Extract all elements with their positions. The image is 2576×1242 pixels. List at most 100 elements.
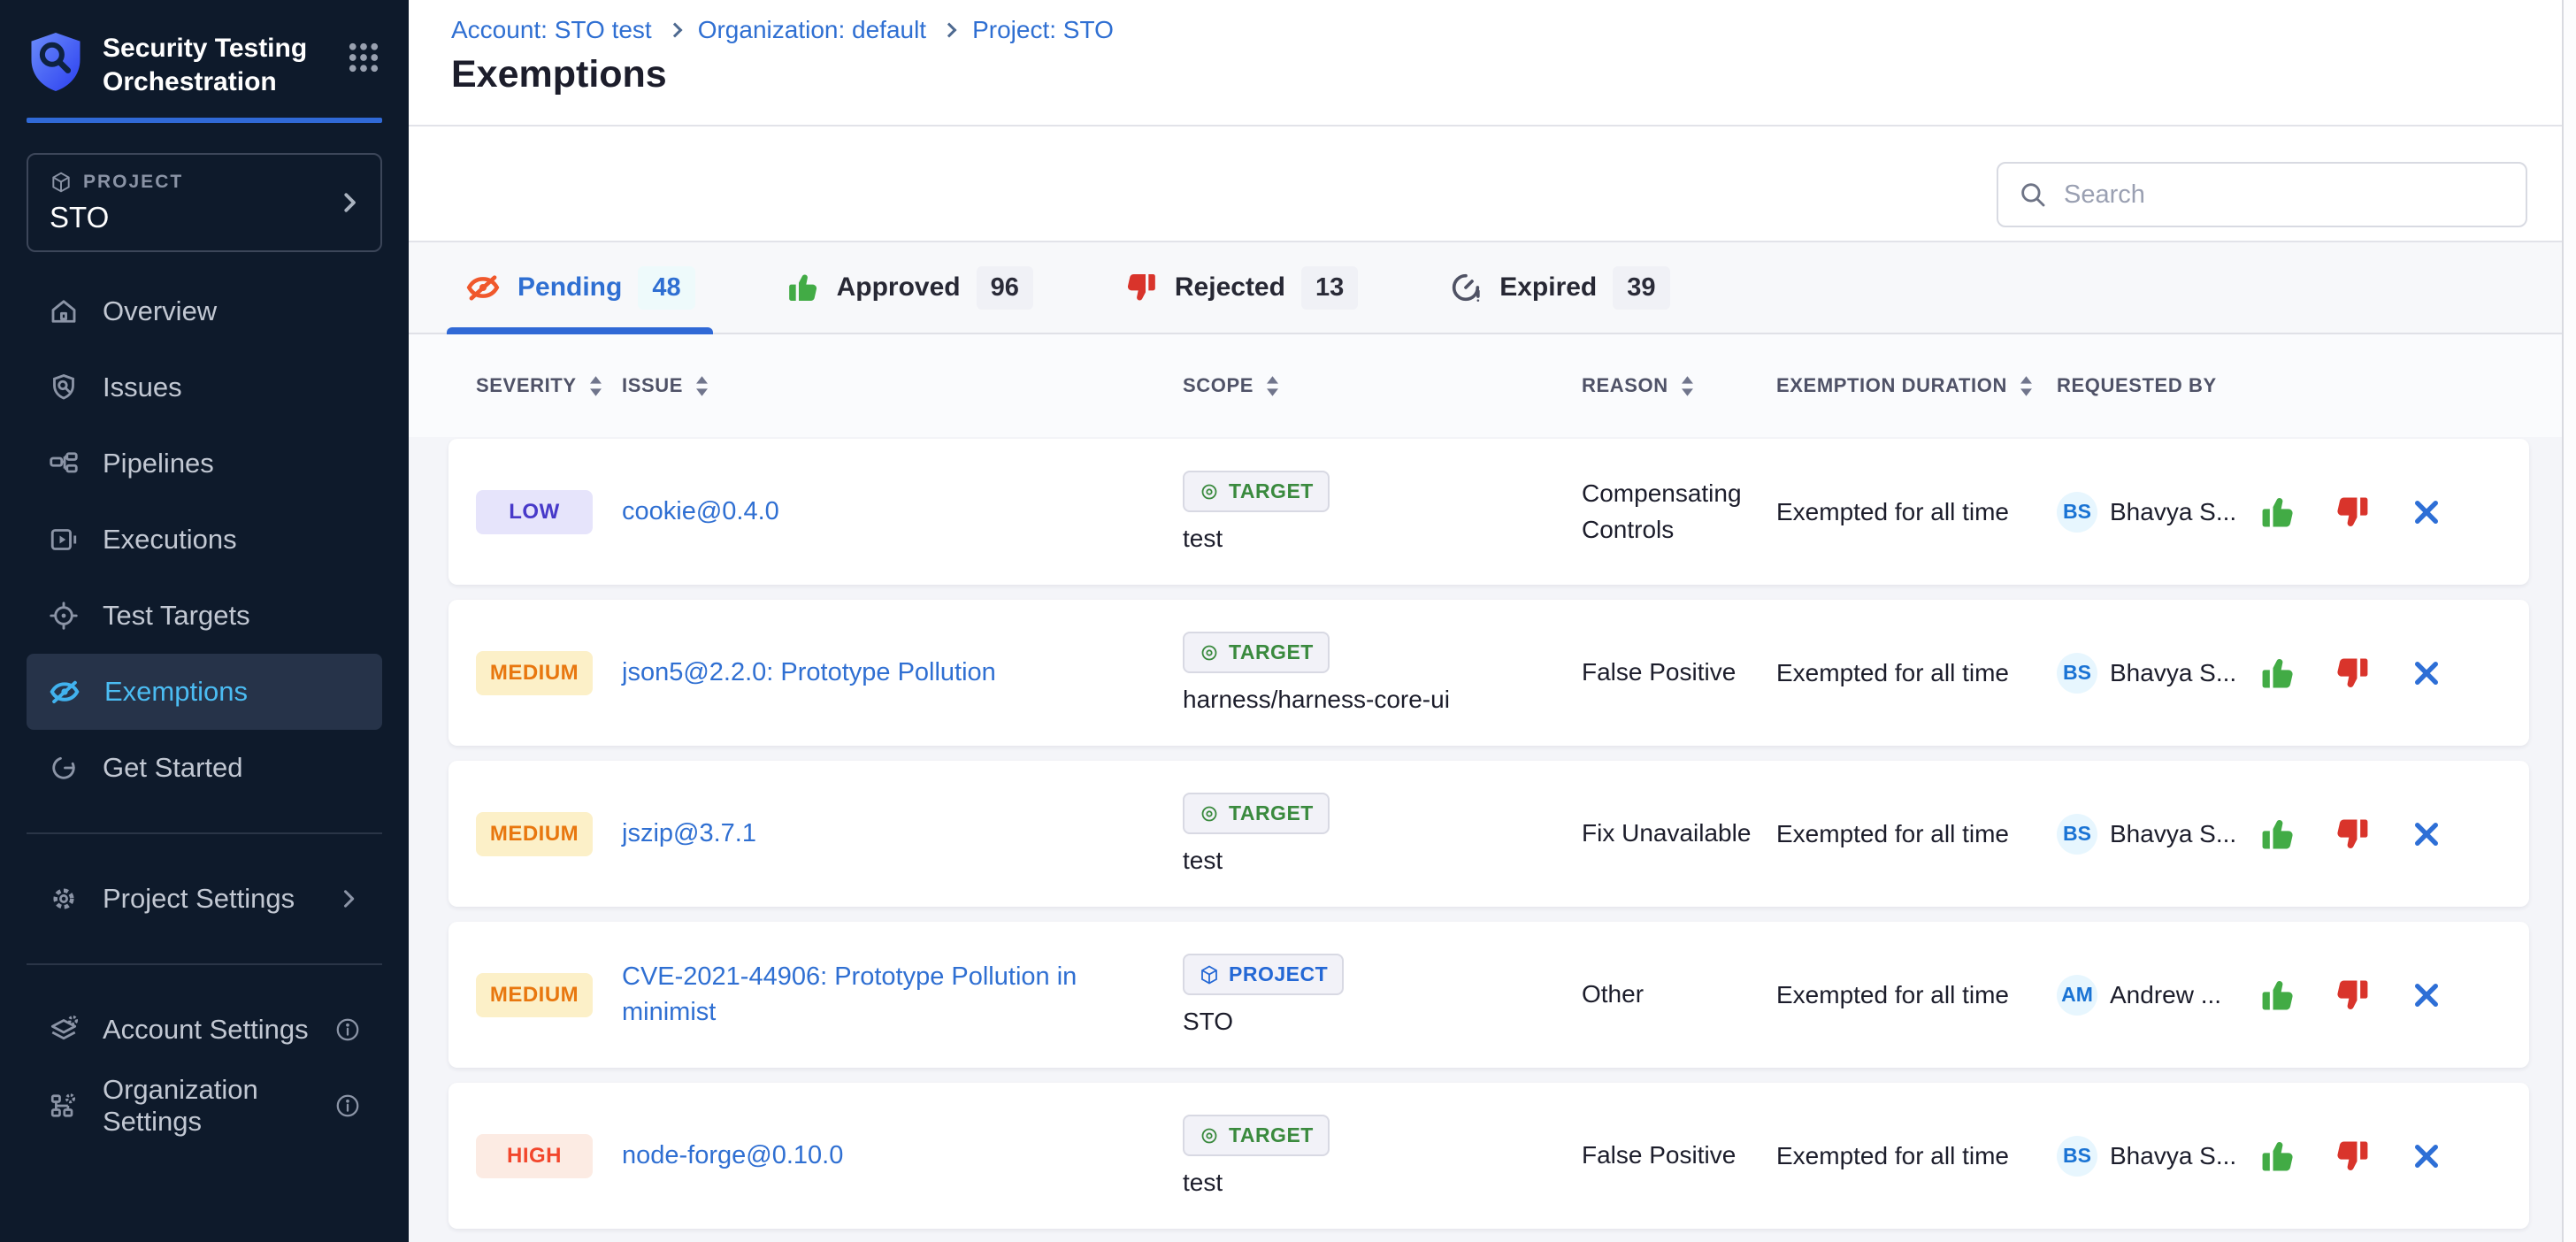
avatar: BS: [2057, 814, 2097, 855]
severity-badge: HIGH: [476, 1134, 593, 1178]
approve-button[interactable]: [2258, 975, 2298, 1016]
approve-button[interactable]: [2258, 814, 2298, 855]
search-box: [1997, 162, 2527, 227]
sort-icon[interactable]: [589, 376, 602, 396]
breadcrumb-separator-icon: [667, 23, 682, 38]
status-tabs: Pending 48 Approved 96 Rejected 13: [409, 242, 2562, 334]
reject-button[interactable]: [2332, 975, 2373, 1016]
info-icon[interactable]: [334, 1016, 361, 1043]
cube-icon: [1199, 964, 1220, 985]
scope-badge: TARGET: [1183, 793, 1330, 834]
scope-badge: PROJECT: [1183, 954, 1344, 995]
shield-search-icon: [48, 372, 80, 403]
column-header-severity: SEVERITY: [476, 374, 577, 397]
target-icon: [1199, 1125, 1220, 1146]
pipelines-icon: [48, 448, 80, 479]
sidebar-item-issues[interactable]: Issues: [27, 349, 382, 426]
table-row[interactable]: MEDIUM json5@2.2.0: Prototype Pollution …: [448, 600, 2529, 746]
sort-icon[interactable]: [1681, 376, 1694, 396]
thumbs-up-icon: [786, 270, 821, 305]
scrollbar[interactable]: [2562, 0, 2576, 1242]
exemption-duration-text: Exempted for all time: [1776, 1142, 2057, 1170]
tab-count-badge: 13: [1301, 266, 1358, 310]
eye-slash-icon: [464, 269, 502, 306]
breadcrumb-separator-icon: [942, 23, 957, 38]
scope-type-label: TARGET: [1229, 1123, 1314, 1147]
column-header-issue: ISSUE: [622, 374, 683, 397]
severity-badge: MEDIUM: [476, 973, 593, 1017]
issue-link[interactable]: node-forge@0.10.0: [622, 1141, 843, 1169]
requester-name: Bhavya S...: [2110, 820, 2236, 848]
cancel-button[interactable]: [2406, 492, 2447, 533]
scope-name: harness/harness-core-ui: [1183, 686, 1582, 714]
reason-text: False Positive: [1582, 1138, 1776, 1174]
scope-name: STO: [1183, 1008, 1582, 1036]
reject-button[interactable]: [2332, 814, 2373, 855]
column-header-requested-by: REQUESTED BY: [2057, 374, 2217, 397]
approve-button[interactable]: [2258, 492, 2298, 533]
scope-badge: TARGET: [1183, 632, 1330, 673]
approve-button[interactable]: [2258, 1136, 2298, 1177]
exemption-duration-text: Exempted for all time: [1776, 498, 2057, 526]
tab-approved[interactable]: Approved 96: [768, 242, 1051, 333]
search-input[interactable]: [2064, 180, 2506, 210]
cancel-button[interactable]: [2406, 814, 2447, 855]
cancel-button[interactable]: [2406, 1136, 2447, 1177]
sort-icon[interactable]: [1266, 376, 1279, 396]
sidebar-item-label: Test Targets: [103, 600, 250, 632]
tab-pending[interactable]: Pending 48: [447, 242, 713, 333]
sidebar-item-test-targets[interactable]: Test Targets: [27, 578, 382, 654]
sort-icon[interactable]: [695, 376, 709, 396]
sidebar-item-project-settings[interactable]: Project Settings: [27, 861, 382, 937]
issue-link[interactable]: CVE-2021-44906: Prototype Pollution in m…: [622, 962, 1077, 1025]
sidebar-item-label: Executions: [103, 524, 237, 556]
cancel-button[interactable]: [2406, 975, 2447, 1016]
tab-rejected[interactable]: Rejected 13: [1106, 242, 1376, 333]
reject-button[interactable]: [2332, 653, 2373, 694]
table-row[interactable]: HIGH node-forge@0.10.0 TARGET test: [448, 1083, 2529, 1229]
page-header: Account: STO test Organization: default …: [409, 0, 2562, 126]
main-content: Account: STO test Organization: default …: [409, 0, 2562, 1242]
breadcrumb: Account: STO test Organization: default …: [451, 16, 2562, 44]
reject-button[interactable]: [2332, 492, 2373, 533]
app-switcher-grid-icon[interactable]: [345, 39, 382, 76]
reject-button[interactable]: [2332, 1136, 2373, 1177]
issue-link[interactable]: json5@2.2.0: Prototype Pollution: [622, 658, 996, 686]
table-row[interactable]: MEDIUM jszip@3.7.1 TARGET test Fix: [448, 761, 2529, 907]
avatar: BS: [2057, 653, 2097, 694]
approve-button[interactable]: [2258, 653, 2298, 694]
tab-count-badge: 39: [1613, 266, 1669, 310]
sidebar-item-exemptions[interactable]: Exemptions: [27, 654, 382, 730]
breadcrumb-organization-link[interactable]: Organization: default: [698, 16, 926, 44]
exemption-duration-text: Exempted for all time: [1776, 820, 2057, 848]
reason-text: Other: [1582, 977, 1776, 1013]
sidebar-item-pipelines[interactable]: Pipelines: [27, 426, 382, 502]
project-selector[interactable]: PROJECT STO: [27, 153, 382, 252]
page-title: Exemptions: [451, 53, 2562, 96]
sidebar-item-get-started[interactable]: Get Started: [27, 730, 382, 806]
table-row[interactable]: LOW cookie@0.4.0 TARGET test Compe: [448, 439, 2529, 585]
sidebar-item-overview[interactable]: Overview: [27, 273, 382, 349]
sidebar-item-executions[interactable]: Executions: [27, 502, 382, 578]
sidebar-item-organization-settings[interactable]: Organization Settings: [27, 1068, 382, 1144]
tab-expired[interactable]: Expired 39: [1430, 242, 1687, 333]
scope-type-label: TARGET: [1229, 640, 1314, 664]
table-row[interactable]: MEDIUM CVE-2021-44906: Prototype Polluti…: [448, 922, 2529, 1068]
breadcrumb-account-link[interactable]: Account: STO test: [451, 16, 652, 44]
cancel-button[interactable]: [2406, 653, 2447, 694]
sidebar-item-label: Account Settings: [103, 1014, 309, 1046]
sidebar-item-label: Project Settings: [103, 883, 295, 915]
sidebar-divider: [27, 832, 382, 834]
sidebar-item-account-settings[interactable]: Account Settings: [27, 992, 382, 1068]
issue-link[interactable]: jszip@3.7.1: [622, 819, 756, 847]
sort-icon[interactable]: [2020, 376, 2033, 396]
eye-slash-icon: [48, 675, 81, 709]
scope-badge: TARGET: [1183, 471, 1330, 512]
issue-link[interactable]: cookie@0.4.0: [622, 497, 779, 525]
sidebar-accent-line: [27, 118, 382, 123]
column-header-scope: SCOPE: [1183, 374, 1254, 397]
exemption-duration-text: Exempted for all time: [1776, 659, 2057, 687]
project-card-name: STO: [50, 201, 359, 234]
breadcrumb-project-link[interactable]: Project: STO: [972, 16, 1114, 44]
info-icon[interactable]: [334, 1092, 361, 1119]
